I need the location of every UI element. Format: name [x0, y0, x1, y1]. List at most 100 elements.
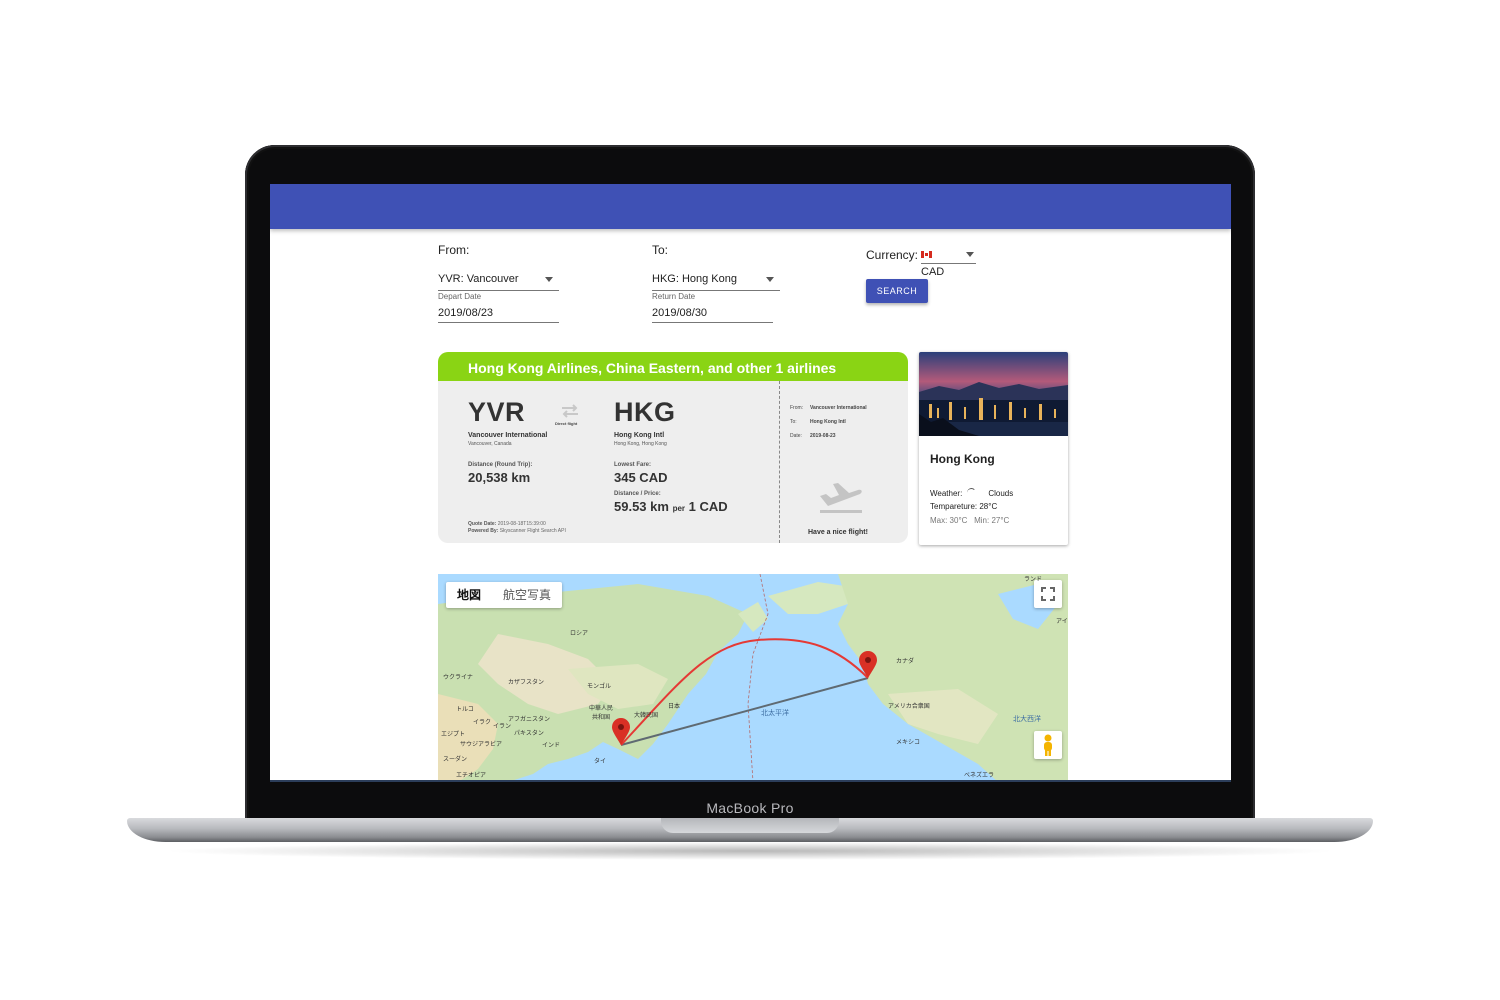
quote-date: Quote Date: 2019-08-18T15:39:00: [468, 521, 546, 527]
map-type-toggle: 地図 航空写真: [446, 582, 563, 608]
map-label-iceland: アイ: [1056, 619, 1068, 625]
stub-date-label: Date:: [790, 433, 802, 439]
flight-ticket-card: Hong Kong Airlines, China Eastern, and o…: [438, 352, 908, 543]
map-label-venezuela: ベネズエラ: [964, 773, 995, 779]
map-label-thailand: タイ: [594, 759, 607, 765]
stub-from-value: Vancouver International: [810, 405, 867, 411]
currency-select[interactable]: CAD: [921, 245, 976, 278]
stub-date: Date: 2019-08-23: [790, 433, 836, 439]
hong-kong-skyline-photo: [919, 352, 1068, 436]
ratio-km: 59.53 km: [614, 499, 669, 514]
currency-label: Currency:: [866, 248, 919, 262]
city-card: Hong Kong Weather: Clouds Tempareture: 28…: [919, 352, 1068, 545]
map-label-korea: 大韓民国: [634, 713, 659, 719]
origin-airport: Vancouver International: [468, 432, 548, 439]
temp-range: Max: 30°C Min: 27°C: [930, 516, 1009, 525]
temperature: Tempareture: 28°C: [930, 502, 998, 511]
map-label-kazakhstan: カザフスタン: [508, 680, 545, 686]
powered-by-value: Skyscanner Flight Search API: [499, 528, 566, 534]
stub-to: To: Hong Kong Intl: [790, 419, 846, 425]
city-name: Hong Kong: [930, 452, 995, 466]
ratio-label: Distance / Price:: [614, 491, 661, 497]
distance-value: 20,538 km: [468, 470, 531, 485]
airlines-header: Hong Kong Airlines, China Eastern, and o…: [438, 352, 908, 381]
weather-label: Weather:: [930, 489, 963, 498]
map-label-russia: ロシア: [570, 631, 589, 637]
origin-code: YVR: [468, 397, 526, 427]
dest-code: HKG: [614, 397, 676, 427]
map-label-north-atlantic: 北大西洋: [1013, 716, 1041, 723]
map-label-egypt: エジプト: [441, 732, 466, 738]
powered-by-label: Powered By:: [468, 528, 499, 534]
map-label-greenland: ランド: [1024, 577, 1043, 583]
quote-date-label: Quote Date:: [468, 521, 497, 527]
map-tab-satellite[interactable]: 航空写真: [492, 582, 562, 608]
map-label-ethiopia: エチオピア: [456, 773, 487, 779]
laptop-notch: [661, 818, 839, 833]
lowest-fare-label: Lowest Fare:: [614, 462, 652, 468]
app-screen: From: YVR: Vancouver Depart Date 2019/08…: [270, 184, 1231, 782]
map-label-mexico: メキシコ: [896, 740, 921, 746]
return-date-field[interactable]: 2019/08/30: [652, 304, 773, 323]
farewell-text: Have a nice flight!: [808, 529, 868, 536]
lowest-fare-value: 345 CAD: [614, 470, 668, 485]
from-label: From:: [438, 243, 470, 257]
chevron-down-icon: [966, 252, 974, 257]
stub-date-value: 2019-08-23: [810, 433, 836, 439]
street-view-button[interactable]: [1034, 731, 1062, 759]
ticket-perforation: [779, 381, 780, 543]
device-label: MacBook Pro: [706, 800, 794, 816]
map-label-afghanistan: アフガニスタン: [508, 717, 551, 723]
chevron-down-icon: [766, 277, 774, 282]
to-select[interactable]: HKG: Hong Kong: [652, 268, 780, 291]
ratio-cad: 1 CAD: [688, 499, 728, 514]
map-label-canada: カナダ: [896, 659, 915, 665]
temp-max: Max: 30°C: [930, 516, 968, 525]
depart-date-label: Depart Date: [438, 292, 482, 301]
depart-date-field[interactable]: 2019/08/23: [438, 304, 559, 323]
stub-to-value: Hong Kong Intl: [810, 419, 846, 425]
cloud-icon: [967, 488, 977, 497]
app-bar: [270, 184, 1231, 229]
fullscreen-button[interactable]: [1034, 580, 1062, 608]
fullscreen-icon: [1041, 587, 1055, 601]
to-label: To:: [652, 243, 669, 257]
taskbar-strip: [270, 780, 1231, 782]
ratio-per: per: [672, 504, 686, 513]
canada-flag-icon: [921, 250, 932, 258]
map-label-india: インド: [542, 743, 561, 749]
dest-airport: Hong Kong Intl: [614, 432, 665, 439]
map-label-sudan: スーダン: [443, 757, 468, 763]
laptop-shadow: [160, 842, 1340, 860]
map-label-turkey: トルコ: [456, 707, 474, 713]
dest-city: Hong Kong, Hong Kong: [614, 441, 667, 447]
map-label-usa: アメリカ合衆国: [888, 704, 930, 710]
origin-city: Vancouver, Canada: [468, 441, 512, 447]
stub-from: From: Vancouver International: [790, 405, 867, 411]
return-date-label: Return Date: [652, 292, 696, 301]
weather-row: Weather: Clouds: [930, 488, 1013, 498]
map-label-iraq: イラク: [473, 720, 492, 726]
map-tab-map[interactable]: 地図: [446, 582, 492, 608]
stub-from-label: From:: [790, 405, 804, 411]
swap-arrows-icon: [562, 404, 578, 418]
search-button[interactable]: SEARCH: [866, 279, 928, 303]
map-label-north-pacific: 北太平洋: [761, 710, 789, 717]
stub-to-label: To:: [790, 419, 797, 425]
quote-date-value: 2019-08-18T15:39:00: [497, 521, 546, 527]
weather-value: Clouds: [988, 489, 1014, 498]
from-select[interactable]: YVR: Vancouver: [438, 268, 559, 291]
ratio-value: 59.53 km per 1 CAD: [614, 499, 728, 514]
from-value: YVR: Vancouver: [438, 273, 519, 285]
powered-by: Powered By: Skyscanner Flight Search API: [468, 528, 566, 534]
route-map[interactable]: 地図 航空写真 ロシア カザフスタン モンゴル 中華人民共和国 大韓民国 日本 …: [438, 574, 1068, 782]
distance-label: Distance (Round Trip):: [468, 462, 533, 468]
map-label-mongolia: モンゴル: [587, 684, 612, 690]
map-label-japan: 日本: [668, 704, 681, 710]
direct-flight-label: Direct flight: [555, 421, 578, 426]
temp-min: Min: 27°C: [974, 516, 1010, 525]
to-value: HKG: Hong Kong: [652, 273, 737, 285]
currency-value: CAD: [921, 266, 945, 278]
chevron-down-icon: [545, 277, 553, 282]
map-label-ukraine: ウクライナ: [443, 675, 473, 681]
